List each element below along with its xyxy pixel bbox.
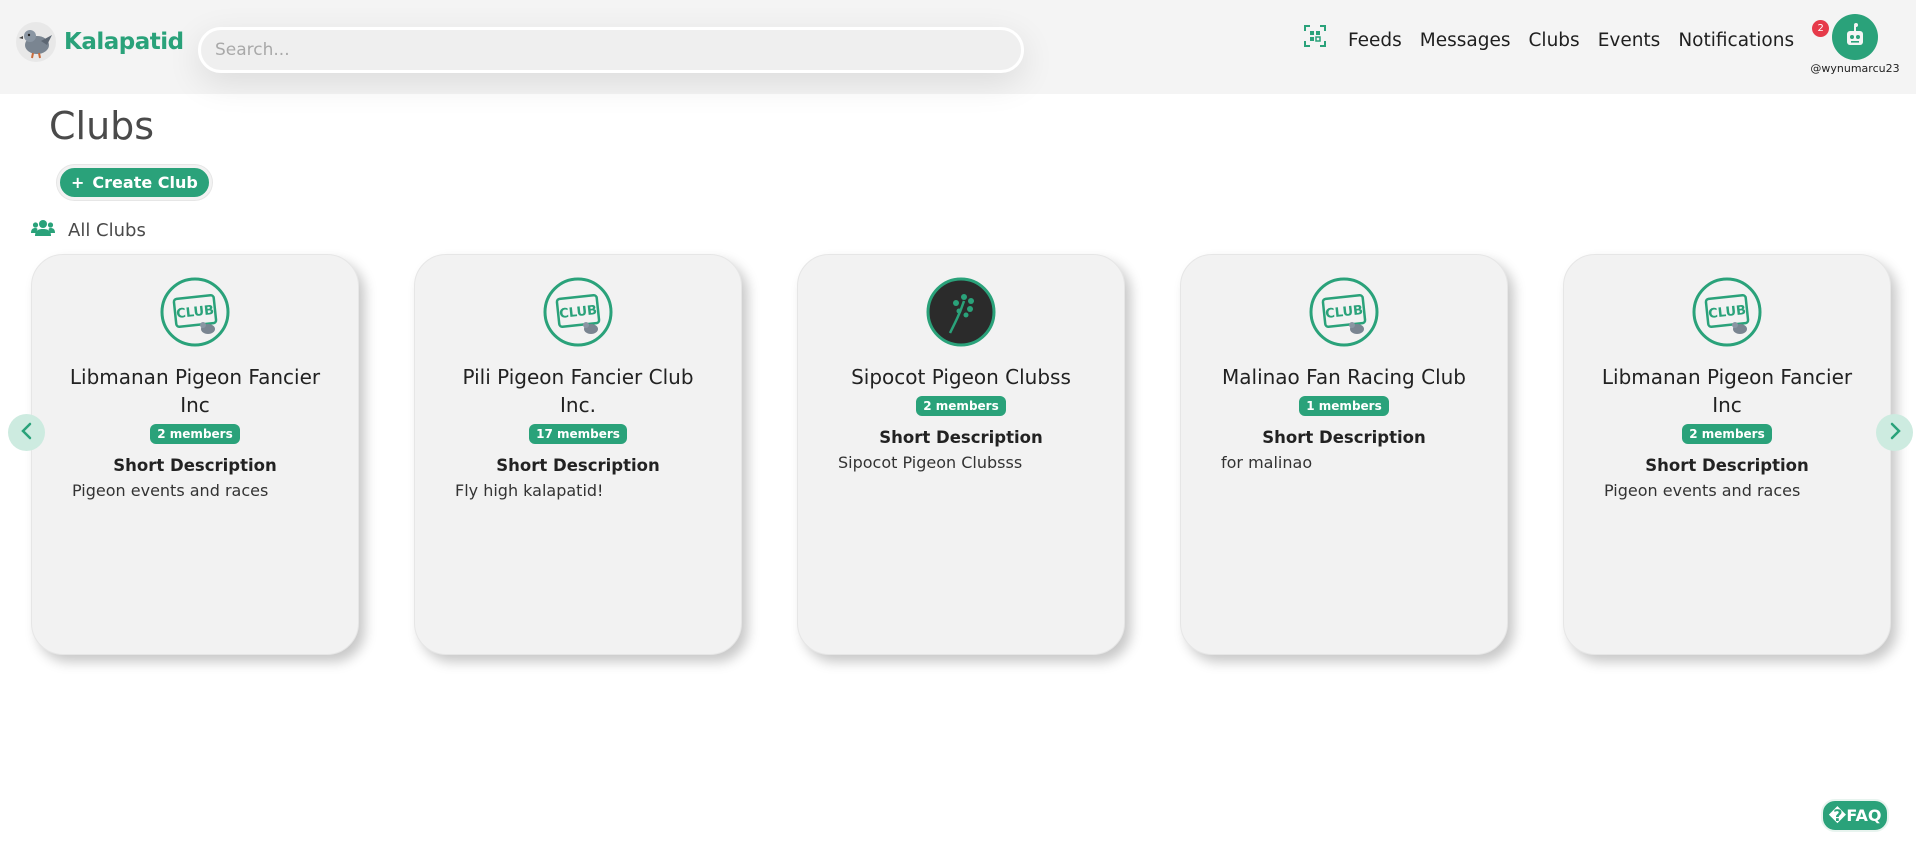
chevron-right-icon: [1887, 421, 1903, 445]
robot-avatar-icon[interactable]: [1832, 14, 1878, 60]
club-card[interactable]: CLUB Libmanan Pigeon Fancier Inc 2 membe…: [31, 254, 359, 655]
nav-messages[interactable]: Messages: [1420, 30, 1511, 51]
search-input[interactable]: [201, 30, 1021, 70]
create-club-label: Create Club: [92, 173, 198, 192]
main-nav: Feeds Messages Clubs Events Notification…: [1304, 20, 1830, 51]
top-navigation-bar: Kalapatid Feeds Messages Clubs Events No…: [0, 0, 1916, 94]
club-card[interactable]: CLUB Libmanan Pigeon Fancier Inc 2 membe…: [1563, 254, 1891, 655]
chevron-left-icon: [19, 421, 35, 445]
club-description: Sipocot Pigeon Clubsss: [838, 453, 1023, 472]
nav-notifications[interactable]: Notifications: [1678, 30, 1794, 51]
club-badge-icon: CLUB: [415, 277, 741, 347]
page-title: Clubs: [49, 104, 155, 148]
nav-feeds[interactable]: Feeds: [1348, 30, 1402, 51]
members-badge: 2 members: [150, 424, 240, 444]
app-name: Kalapatid: [64, 29, 184, 55]
username-label: @wynumarcu23: [1810, 62, 1900, 75]
user-profile[interactable]: @wynumarcu23: [1810, 14, 1900, 75]
plus-icon: +: [71, 173, 85, 192]
all-clubs-label: All Clubs: [68, 220, 146, 241]
short-description-heading: Short Description: [1645, 456, 1809, 475]
club-name: Libmanan Pigeon Fancier Inc: [1601, 365, 1853, 417]
club-card[interactable]: CLUB Malinao Fan Racing Club 1 members S…: [1180, 254, 1508, 655]
club-description: Pigeon events and races: [1604, 481, 1801, 500]
leaf-logo-icon: [798, 277, 1124, 347]
search-bar[interactable]: [198, 27, 1024, 73]
club-badge-icon: CLUB: [32, 277, 358, 347]
club-badge-icon: CLUB: [1564, 277, 1890, 347]
club-name: Malinao Fan Racing Club: [1222, 365, 1466, 389]
create-club-button[interactable]: + Create Club: [57, 165, 212, 200]
club-name: Sipocot Pigeon Clubss: [851, 365, 1071, 389]
club-name: Pili Pigeon Fancier Club Inc.: [462, 365, 694, 417]
members-badge: 2 members: [916, 396, 1006, 416]
club-description: Fly high kalapatid!: [455, 481, 604, 500]
club-badge-icon: CLUB: [1181, 277, 1507, 347]
users-icon: [31, 219, 55, 242]
club-name: Libmanan Pigeon Fancier Inc: [69, 365, 321, 417]
club-card[interactable]: CLUB Pili Pigeon Fancier Club Inc. 17 me…: [414, 254, 742, 655]
carousel-next-button[interactable]: [1876, 414, 1913, 451]
club-card[interactable]: Sipocot Pigeon Clubss 2 members Short De…: [797, 254, 1125, 655]
club-description: for malinao: [1221, 453, 1313, 472]
members-badge: 1 members: [1299, 396, 1389, 416]
members-badge: 17 members: [529, 424, 627, 444]
short-description-heading: Short Description: [1262, 428, 1426, 447]
faq-button[interactable]: �FAQ: [1821, 799, 1889, 832]
nav-notifications-wrap: Notifications 2: [1678, 20, 1830, 51]
short-description-heading: Short Description: [113, 456, 277, 475]
short-description-heading: Short Description: [879, 428, 1043, 447]
clubs-carousel: CLUB Libmanan Pigeon Fancier Inc 2 membe…: [0, 254, 1916, 656]
nav-clubs[interactable]: Clubs: [1529, 30, 1580, 51]
pigeon-logo-icon: [16, 22, 56, 62]
nav-events[interactable]: Events: [1598, 30, 1661, 51]
carousel-prev-button[interactable]: [8, 414, 45, 451]
all-clubs-heading: All Clubs: [31, 219, 146, 242]
members-badge: 2 members: [1682, 424, 1772, 444]
app-logo[interactable]: Kalapatid: [16, 22, 184, 62]
short-description-heading: Short Description: [496, 456, 660, 475]
qr-scan-icon[interactable]: [1304, 24, 1330, 51]
club-description: Pigeon events and races: [72, 481, 269, 500]
